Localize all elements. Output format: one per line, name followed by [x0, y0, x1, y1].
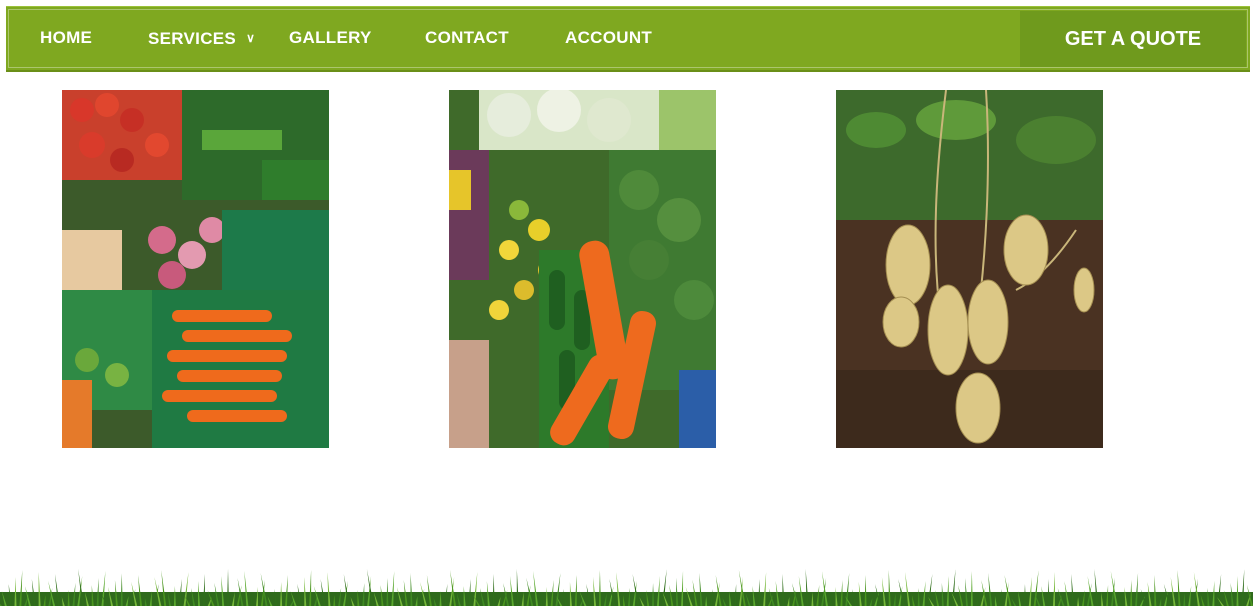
potato-harvest-image: [836, 90, 1103, 448]
market-crates-image: [62, 90, 329, 448]
chevron-down-icon: ∨: [246, 31, 256, 45]
nav-gallery-link[interactable]: GALLERY: [289, 7, 372, 69]
gallery-image-vegetable-display[interactable]: [449, 90, 716, 448]
grass-border-graphic: [0, 569, 1253, 606]
gallery-image-market-crates[interactable]: [62, 90, 329, 448]
top-navigation-bar: HOME SERVICES ∨ GALLERY CONTACT ACCOUNT G…: [6, 6, 1250, 72]
nav-services-label: SERVICES: [148, 29, 237, 48]
nav-home-link[interactable]: HOME: [40, 7, 92, 69]
grass-border-decoration: [0, 562, 1253, 606]
gallery-image-potato-harvest[interactable]: [836, 90, 1103, 448]
nav-contact-link[interactable]: CONTACT: [425, 7, 509, 69]
nav-services-link[interactable]: SERVICES ∨: [148, 7, 255, 69]
get-a-quote-button[interactable]: GET A QUOTE: [1020, 11, 1246, 67]
vegetable-display-image: [449, 90, 716, 448]
nav-account-link[interactable]: ACCOUNT: [565, 7, 652, 69]
